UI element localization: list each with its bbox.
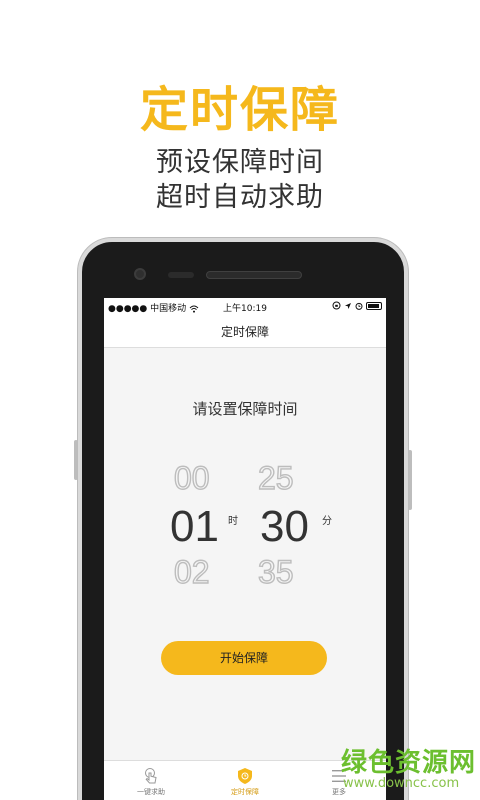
minutes-unit-label: 分 [322, 516, 332, 527]
earpiece-speaker [206, 271, 302, 279]
battery-icon [366, 301, 382, 310]
minutes-prev-option[interactable]: 25 [257, 459, 294, 497]
hand-tap-icon [142, 767, 160, 785]
hours-unit-label: 时 [228, 516, 238, 527]
status-right [332, 301, 382, 311]
tab-one-key-help[interactable]: 一键求助 [104, 761, 198, 800]
alarm-icon [355, 301, 366, 311]
location-icon [344, 301, 355, 311]
nav-bar: 定时保障 [104, 316, 386, 348]
site-watermark: 绿色资源网 www.downcc.com [335, 742, 480, 800]
tab-timed-protection[interactable]: 定时保障 [198, 761, 292, 800]
rotation-lock-icon [332, 301, 344, 311]
hours-prev-option[interactable]: 00 [173, 459, 210, 497]
phone-power-button [408, 450, 412, 510]
front-camera [134, 268, 146, 280]
hours-next-option[interactable]: 02 [173, 553, 210, 591]
promo-page: 定时保障 预设保障时间 超时自动求助 ●●●●● 中国移动 上午10:19 定时… [0, 0, 480, 800]
timer-prompt: 请设置保障时间 [192, 400, 298, 418]
tab-label: 一键求助 [137, 788, 165, 796]
minutes-selected-value[interactable]: 30 [260, 502, 309, 552]
watermark-text: 绿色资源网 [341, 748, 477, 778]
shield-clock-icon [236, 767, 254, 785]
minutes-next-option[interactable]: 35 [257, 553, 294, 591]
start-protection-button[interactable]: 开始保障 [161, 641, 327, 675]
promo-subtitle-line1: 预设保障时间 [156, 147, 324, 178]
nav-title: 定时保障 [220, 325, 269, 339]
status-bar: ●●●●● 中国移动 上午10:19 [104, 298, 386, 316]
watermark-url: www.downcc.com [343, 776, 460, 791]
promo-title: 定时保障 [139, 82, 340, 138]
promo-subtitle-line2: 超时自动求助 [156, 182, 324, 213]
tab-label: 定时保障 [231, 788, 259, 796]
app-screen: ●●●●● 中国移动 上午10:19 定时保障 请设置保障时间 00 01 时 … [104, 298, 386, 800]
hours-selected-value[interactable]: 01 [170, 502, 219, 552]
time-picker[interactable]: 00 01 时 02 25 30 分 35 [104, 458, 386, 598]
proximity-sensor [168, 272, 194, 278]
